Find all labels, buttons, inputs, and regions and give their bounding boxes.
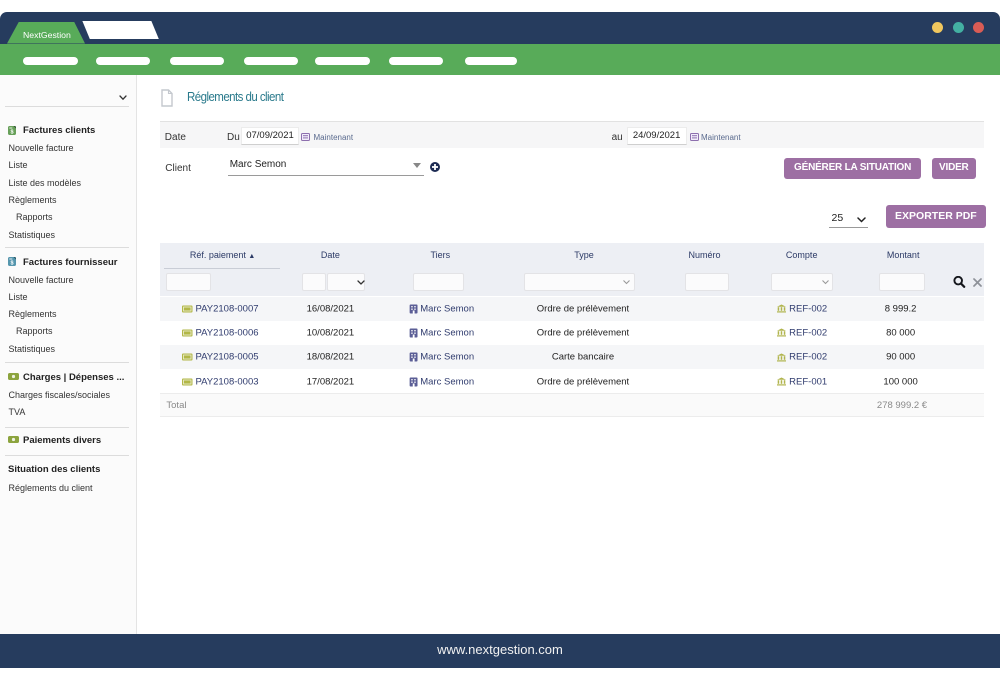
svg-text:$: $ <box>10 129 13 134</box>
svg-text:$: $ <box>10 261 13 266</box>
